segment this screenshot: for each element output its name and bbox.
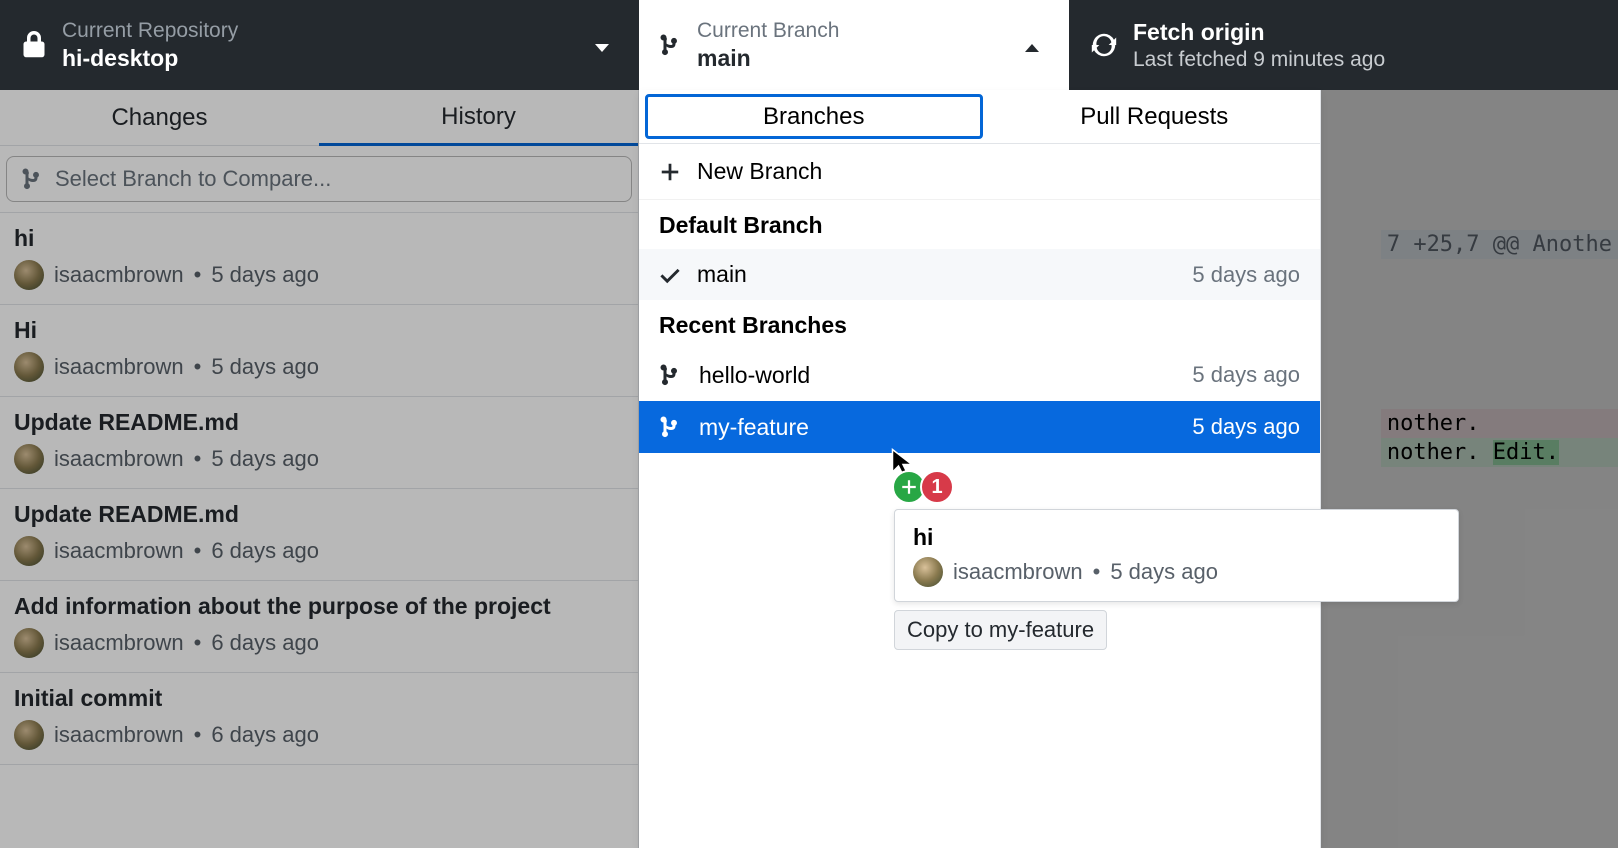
drag-badge: 1: [892, 470, 954, 504]
commit-title: hi: [14, 225, 624, 252]
default-branch-heading: Default Branch: [639, 200, 1320, 249]
tab-pull-requests[interactable]: Pull Requests: [989, 90, 1321, 143]
lock-icon: [20, 31, 48, 59]
drag-commit-author: isaacmbrown: [953, 559, 1083, 585]
branch-dropdown: Branches Pull Requests New Branch Defaul…: [639, 90, 1321, 848]
compare-branch-input[interactable]: Select Branch to Compare...: [6, 156, 632, 202]
branch-icon: [659, 413, 683, 441]
plus-icon: [659, 161, 681, 183]
drag-commit-time: 5 days ago: [1110, 559, 1218, 585]
avatar: [14, 260, 44, 290]
commit-item[interactable]: Update README.md isaacmbrown • 6 days ag…: [0, 489, 638, 581]
drag-hint-tooltip: Copy to my-feature: [894, 610, 1107, 650]
diff-line-added: nother. Edit.: [1381, 438, 1618, 467]
commit-time: 5 days ago: [211, 446, 319, 472]
chevron-down-icon: [595, 44, 609, 52]
branch-item-hello-world[interactable]: hello-world 5 days ago: [639, 349, 1320, 401]
commit-item[interactable]: hi isaacmbrown • 5 days ago: [0, 213, 638, 305]
toolbar: Current Repository hi-desktop Current Br…: [0, 0, 1618, 90]
branch-icon: [659, 361, 683, 389]
branch-label: Current Branch: [697, 19, 839, 43]
new-branch-label: New Branch: [697, 158, 822, 185]
commit-time: 5 days ago: [211, 262, 319, 288]
commit-title: Initial commit: [14, 685, 624, 712]
commit-title: Hi: [14, 317, 624, 344]
diff-hunk-header: 7 +25,7 @@ Anothe: [1381, 230, 1618, 259]
commit-author: isaacmbrown: [54, 262, 184, 288]
recent-branches-heading: Recent Branches: [639, 300, 1320, 349]
avatar: [14, 352, 44, 382]
branch-name: main: [697, 45, 839, 72]
repository-label: Current Repository: [62, 19, 238, 43]
commit-item[interactable]: Hi isaacmbrown • 5 days ago: [0, 305, 638, 397]
diff-line-removed: nother.: [1381, 409, 1618, 438]
avatar: [14, 536, 44, 566]
tab-branches[interactable]: Branches: [645, 94, 983, 139]
commit-title: Update README.md: [14, 409, 624, 436]
commit-item[interactable]: Initial commit isaacmbrown • 6 days ago: [0, 673, 638, 765]
compare-placeholder: Select Branch to Compare...: [55, 166, 331, 192]
commit-list: hi isaacmbrown • 5 days ago Hi isaacmbro…: [0, 213, 638, 765]
repository-name: hi-desktop: [62, 45, 238, 72]
avatar: [14, 444, 44, 474]
commit-author: isaacmbrown: [54, 722, 184, 748]
branch-name: hello-world: [699, 362, 1176, 389]
commit-time: 6 days ago: [211, 630, 319, 656]
branch-icon: [21, 165, 45, 193]
branch-icon: [659, 31, 683, 59]
commit-author: isaacmbrown: [54, 630, 184, 656]
branch-time: 5 days ago: [1192, 414, 1300, 440]
fetch-subtitle: Last fetched 9 minutes ago: [1133, 48, 1385, 72]
commit-time: 6 days ago: [211, 538, 319, 564]
branch-time: 5 days ago: [1192, 262, 1300, 288]
commit-time: 6 days ago: [211, 722, 319, 748]
branch-time: 5 days ago: [1192, 362, 1300, 388]
drag-commit-card: hi isaacmbrown • 5 days ago: [894, 509, 1459, 602]
drag-count-badge: 1: [920, 470, 954, 504]
repository-selector[interactable]: Current Repository hi-desktop: [0, 0, 639, 90]
commit-author: isaacmbrown: [54, 538, 184, 564]
sidebar: Changes History Select Branch to Compare…: [0, 90, 639, 848]
avatar: [14, 628, 44, 658]
commit-author: isaacmbrown: [54, 354, 184, 380]
commit-time: 5 days ago: [211, 354, 319, 380]
commit-title: Update README.md: [14, 501, 624, 528]
avatar: [913, 557, 943, 587]
check-icon: [659, 264, 681, 286]
sync-icon: [1089, 30, 1119, 60]
branch-name: my-feature: [699, 414, 1176, 441]
branch-name: main: [697, 261, 1176, 288]
new-branch-button[interactable]: New Branch: [639, 144, 1320, 200]
commit-title: Add information about the purpose of the…: [14, 593, 624, 620]
commit-author: isaacmbrown: [54, 446, 184, 472]
fetch-title: Fetch origin: [1133, 19, 1385, 46]
branch-item-main[interactable]: main 5 days ago: [639, 249, 1320, 300]
chevron-up-icon: [1025, 44, 1039, 52]
branch-item-my-feature[interactable]: my-feature 5 days ago: [639, 401, 1320, 453]
commit-item[interactable]: Update README.md isaacmbrown • 5 days ag…: [0, 397, 638, 489]
sidebar-tabs: Changes History: [0, 90, 638, 146]
branch-selector[interactable]: Current Branch main: [639, 0, 1069, 90]
drag-commit-title: hi: [913, 524, 1440, 551]
tab-history[interactable]: History: [319, 90, 638, 146]
avatar: [14, 720, 44, 750]
commit-item[interactable]: Add information about the purpose of the…: [0, 581, 638, 673]
tab-changes[interactable]: Changes: [0, 90, 319, 146]
fetch-origin-button[interactable]: Fetch origin Last fetched 9 minutes ago: [1069, 0, 1618, 90]
